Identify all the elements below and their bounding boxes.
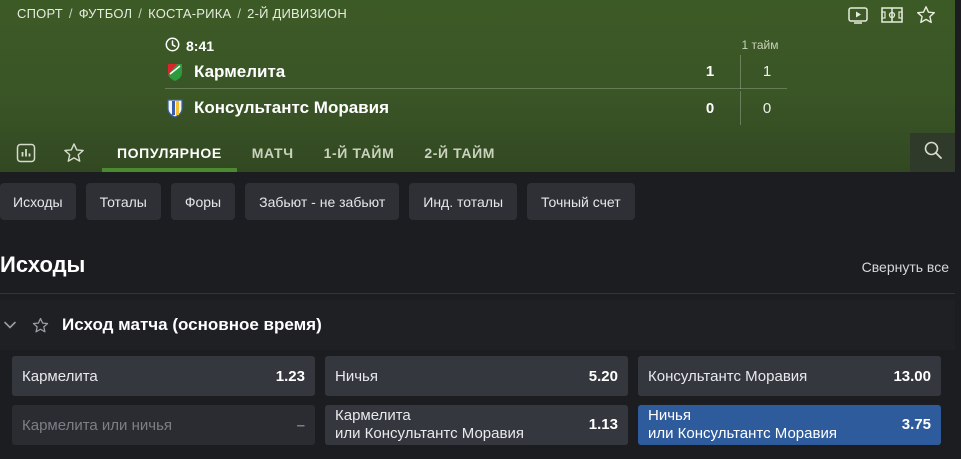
team-name-away: Консультантс Моравия [194,98,390,117]
match-header: СПОРТ / ФУТБОЛ / КОСТА-РИКА/ 2-Й ДИВИЗИОН … [0,0,955,172]
odd-label-line1: Кармелита [335,407,411,424]
tab-popular[interactable]: ПОПУЛЯРНОЕ [102,133,237,172]
team-logo-away-icon [165,98,185,118]
match-clock: 8:41 [165,37,214,55]
team-logo-home-icon [165,62,185,82]
search-icon [923,140,943,165]
team-name-home: Кармелита [194,61,286,81]
filter-individual-totals[interactable]: Инд. тоталы [409,183,518,220]
odd-value: – [296,416,305,434]
odd-home-win[interactable]: Кармелита 1.23 [12,356,315,396]
favorites-star-icon[interactable] [50,133,98,172]
team-score-away: 0 [705,99,715,117]
odd-home-or-draw: Кармелита или ничья – [12,405,315,445]
star-icon[interactable] [915,4,937,26]
odd-home-or-away[interactable]: Кармелита или Консультантс Моравия 1.13 [325,405,628,445]
tab-match[interactable]: МАТЧ [237,133,309,172]
breadcrumb-league[interactable]: 2-Й ДИВИЗИОН [247,6,347,21]
breadcrumb: СПОРТ / ФУТБОЛ / КОСТА-РИКА/ 2-Й ДИВИЗИОН [17,6,347,21]
odd-away-win[interactable]: Консультантс Моравия 13.00 [638,356,941,396]
odd-label-line1: Ничья [648,407,691,424]
odd-label-line2: или Консультантс Моравия [335,425,524,442]
odd-label: Консультантс Моравия [648,367,808,385]
odd-value: 1.13 [588,416,618,433]
odd-value: 5.20 [588,367,618,385]
odd-value: 13.00 [893,367,931,385]
section-divider [0,293,955,294]
market-star-icon[interactable] [30,317,50,334]
collapse-all-link[interactable]: Свернуть все [862,259,949,275]
video-icon[interactable] [847,4,869,26]
field-icon[interactable] [881,4,903,26]
clock-icon [165,37,180,55]
filter-handicaps[interactable]: Форы [170,183,236,220]
breadcrumb-sport[interactable]: СПОРТ [17,6,63,21]
odd-draw[interactable]: Ничья 5.20 [325,356,628,396]
half-label: 1 тайм [741,38,779,52]
search-button[interactable] [910,133,955,172]
odd-value: 1.23 [275,367,305,385]
team-row-away: Консультантс Моравия 0 0 [165,91,787,125]
market-header[interactable]: Исход матча (основное время) [0,300,955,350]
odd-value: 3.75 [901,416,931,433]
breadcrumb-country[interactable]: КОСТА-РИКА [148,6,231,21]
odds-grid: Кармелита 1.23 Ничья 5.20 Консультантс М… [12,356,941,445]
filter-totals[interactable]: Тоталы [85,183,161,220]
section-title: Исходы [0,252,86,277]
team-row-home: Кармелита 1 1 [165,54,787,89]
odd-label: Кармелита [22,367,98,385]
chevron-down-icon[interactable] [0,320,20,330]
odd-draw-or-away[interactable]: Ничья или Консультантс Моравия 3.75 [638,405,941,445]
odd-label-line2: или Консультантс Моравия [648,425,837,442]
team-half-score-home: 1 [762,63,772,80]
breadcrumb-football[interactable]: ФУТБОЛ [79,6,133,21]
odd-label: Ничья [335,367,378,385]
score-divider [740,54,741,89]
filter-outcomes[interactable]: Исходы [0,183,76,220]
team-half-score-away: 0 [762,99,772,117]
odd-label: Кармелита или ничья [22,416,173,434]
filter-both-score[interactable]: Забьют - не забьют [245,183,400,220]
stats-icon[interactable] [0,133,52,172]
filter-exact-score[interactable]: Точный счет [527,183,635,220]
filter-chips: Исходы Тоталы Форы Забьют - не забьют Ин… [0,183,635,220]
tab-second-half[interactable]: 2-Й ТАЙМ [409,133,510,172]
market-tabs: ПОПУЛЯРНОЕ МАТЧ 1-Й ТАЙМ 2-Й ТАЙМ [0,133,955,172]
team-score-home: 1 [705,63,715,80]
tab-first-half[interactable]: 1-Й ТАЙМ [309,133,410,172]
match-time: 8:41 [186,38,215,54]
market-name: Исход матча (основное время) [62,315,322,334]
score-divider [740,91,741,125]
